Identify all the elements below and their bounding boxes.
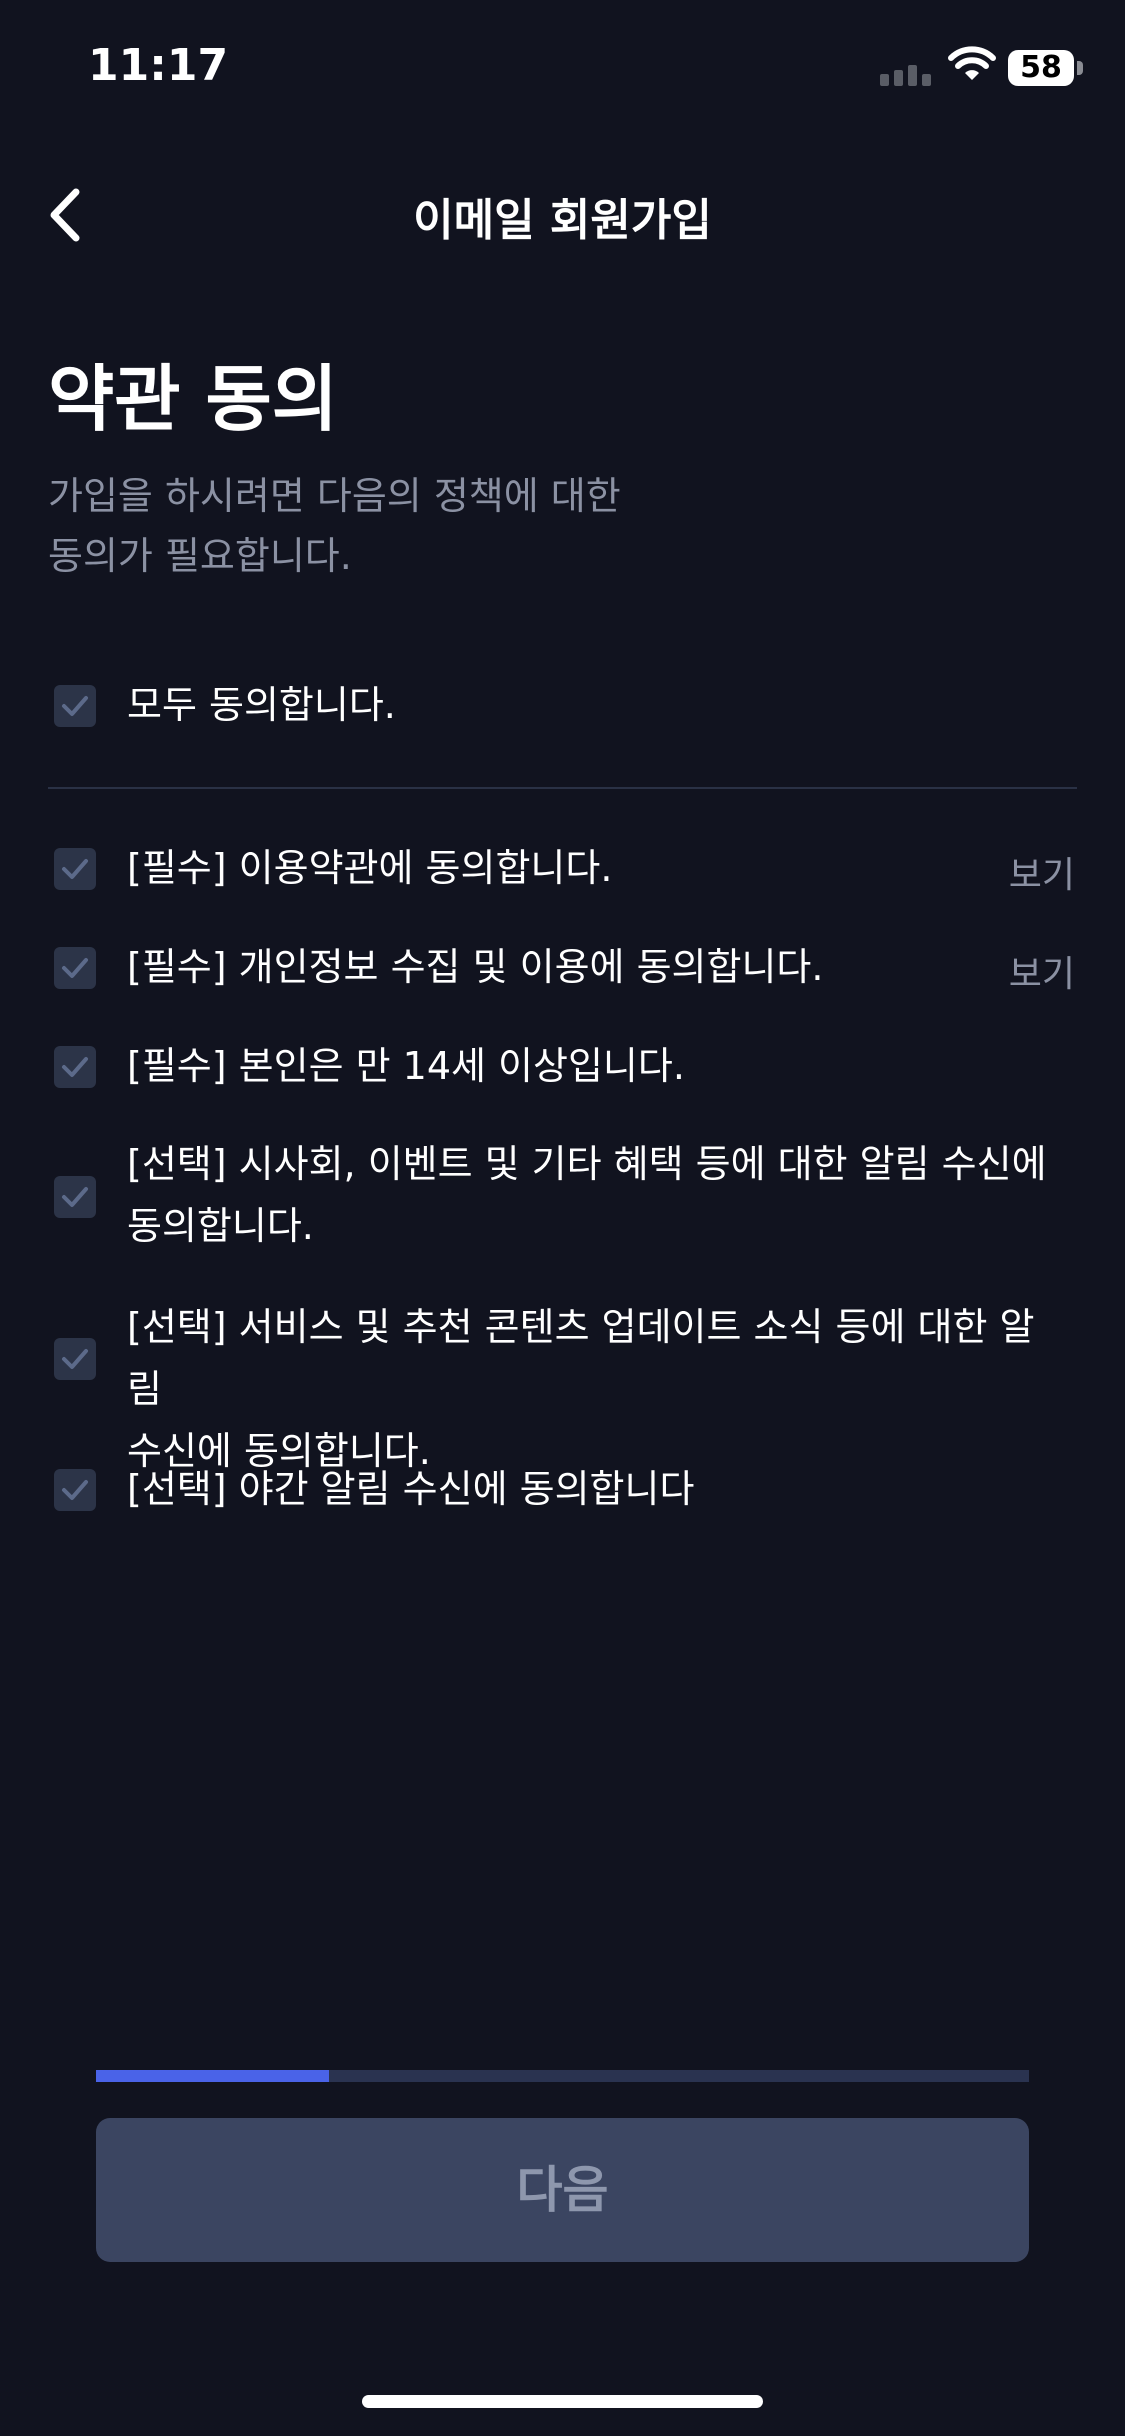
term-label-line: [선택] 시사회, 이벤트 및 기타 혜택 등에 대한 알림 수신에 (127, 1142, 1047, 1186)
term-checkbox[interactable] (54, 1469, 96, 1511)
term-label: [선택] 야간 알림 수신에 동의합니다 (127, 1467, 695, 1511)
term-label: [선택] 시사회, 이벤트 및 기타 혜택 등에 대한 알림 수신에 동의합니다… (127, 1133, 1047, 1257)
nav-title: 이메일 회원가입 (413, 195, 712, 246)
battery-icon: 58 (1008, 50, 1074, 86)
checkmark-icon (62, 696, 88, 716)
term-checkbox[interactable] (54, 1338, 96, 1380)
divider (48, 787, 1077, 789)
next-button[interactable]: 다음 (96, 2118, 1029, 2262)
wifi-icon (948, 46, 996, 80)
term-checkbox[interactable] (54, 1046, 96, 1088)
term-checkbox[interactable] (54, 848, 96, 890)
view-privacy-link[interactable]: 보기 (1009, 945, 1075, 997)
term-label-line: [선택] 서비스 및 추천 콘텐츠 업데이트 소식 등에 대한 알림 (127, 1305, 1035, 1411)
term-label-line: 동의합니다. (127, 1204, 314, 1248)
view-terms-link[interactable]: 보기 (1009, 846, 1075, 898)
term-checkbox[interactable] (54, 1176, 96, 1218)
progress-bar (96, 2070, 1029, 2082)
checkmark-icon (62, 859, 88, 879)
term-label: [필수] 개인정보 수집 및 이용에 동의합니다. (127, 945, 824, 989)
status-time: 11:17 (88, 40, 229, 91)
subtitle-line: 가입을 하시려면 다음의 정책에 대한 (48, 474, 621, 518)
subtitle-line: 동의가 필요합니다. (48, 534, 352, 578)
page-subtitle: 가입을 하시려면 다음의 정책에 대한 동의가 필요합니다. (48, 466, 768, 586)
term-label: [선택] 서비스 및 추천 콘텐츠 업데이트 소식 등에 대한 알림 수신에 동… (127, 1296, 1047, 1482)
cellular-signal-icon (880, 65, 931, 86)
battery-tip (1077, 61, 1083, 75)
agree-all-label: 모두 동의합니다. (127, 683, 396, 727)
checkmark-icon (62, 1480, 88, 1500)
home-indicator (362, 2395, 763, 2408)
checkmark-icon (62, 1349, 88, 1369)
term-label: [필수] 이용약관에 동의합니다. (127, 846, 613, 890)
progress-fill (96, 2070, 330, 2082)
checkmark-icon (62, 1187, 88, 1207)
term-label: [필수] 본인은 만 14세 이상입니다. (127, 1044, 685, 1088)
page-title: 약관 동의 (48, 357, 339, 441)
agree-all-checkbox[interactable] (54, 685, 96, 727)
checkmark-icon (62, 1057, 88, 1077)
checkmark-icon (62, 958, 88, 978)
term-checkbox[interactable] (54, 947, 96, 989)
